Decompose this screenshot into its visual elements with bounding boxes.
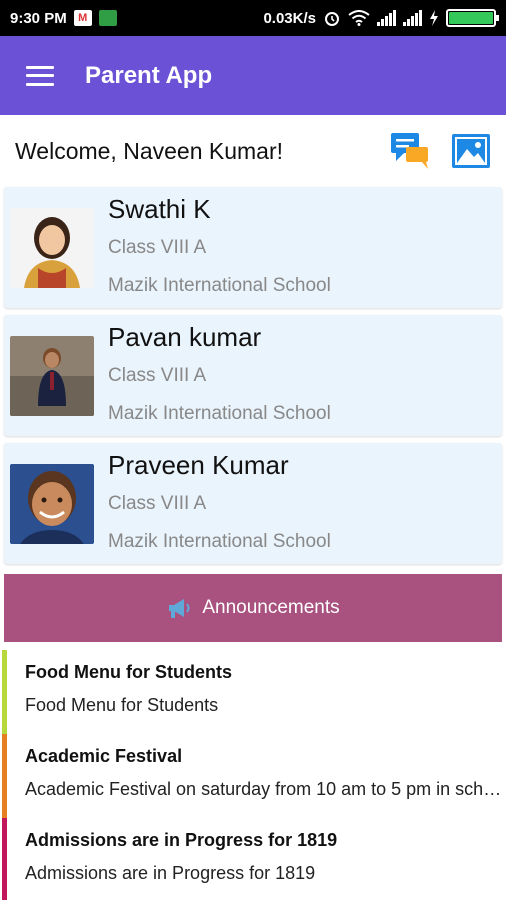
child-class: Class VIII A <box>108 365 207 386</box>
child-school: Mazik International School <box>108 403 331 424</box>
welcome-text: Welcome, Naveen Kumar! <box>15 137 284 164</box>
signal-icon <box>403 10 422 26</box>
app-title: Parent App <box>85 61 213 89</box>
megaphone-icon <box>169 599 190 618</box>
welcome-row: Welcome, Naveen Kumar! <box>0 115 506 187</box>
announcements-header[interactable]: Announcements <box>4 574 502 642</box>
child-school: Mazik International School <box>108 531 331 552</box>
wifi-icon <box>348 10 370 26</box>
child-class: Class VIII A <box>108 493 207 514</box>
child-class: Class VIII A <box>108 237 207 258</box>
child-name: Praveen Kumar <box>108 450 289 480</box>
child-photo <box>10 335 94 416</box>
alarm-icon <box>325 12 339 26</box>
announcement-item[interactable]: Admissions are in Progress for 1819 Admi… <box>2 818 506 900</box>
child-card[interactable]: Pavan kumar Class VIII A Mazik Internati… <box>4 315 502 436</box>
announcement-title: Food Menu for Students <box>25 662 232 682</box>
announcement-item[interactable]: Academic Festival Academic Festival on s… <box>2 734 506 818</box>
charging-icon <box>430 10 438 26</box>
child-name: Pavan kumar <box>108 322 262 352</box>
child-photo <box>10 207 94 288</box>
announcement-item[interactable]: Food Menu for Students Food Menu for Stu… <box>2 650 506 734</box>
gallery-icon[interactable] <box>450 131 492 171</box>
signal-icon <box>377 10 396 26</box>
battery-icon <box>446 9 499 27</box>
app-bar: Parent App <box>0 36 506 115</box>
child-photo <box>10 463 94 544</box>
announcement-body: Food Menu for Students <box>25 695 219 715</box>
network-speed: 0.03K/s <box>263 9 316 27</box>
status-time: 9:30 PM <box>10 9 67 27</box>
announcement-title: Admissions are in Progress for 1819 <box>25 830 338 850</box>
announcement-body: Academic Festival on saturday from 10 am… <box>25 779 505 799</box>
chat-icon[interactable] <box>390 131 432 171</box>
child-card[interactable]: Praveen Kumar Class VIII A Mazik Interna… <box>4 443 502 564</box>
announcement-title: Academic Festival <box>25 746 183 766</box>
hamburger-menu-icon[interactable] <box>26 65 54 86</box>
announcement-list: Food Menu for Students Food Menu for Stu… <box>0 650 506 900</box>
child-card[interactable]: Swathi K Class VIII A Mazik Internationa… <box>4 187 502 308</box>
gmail-icon: M <box>73 10 92 26</box>
notification-icon <box>98 10 117 26</box>
announcement-body: Admissions are in Progress for 1819 <box>25 863 316 883</box>
child-school: Mazik International School <box>108 275 331 296</box>
child-name: Swathi K <box>108 194 211 224</box>
announcements-label: Announcements <box>202 597 340 618</box>
status-bar: 9:30 PM M 0.03K/s <box>0 0 506 36</box>
